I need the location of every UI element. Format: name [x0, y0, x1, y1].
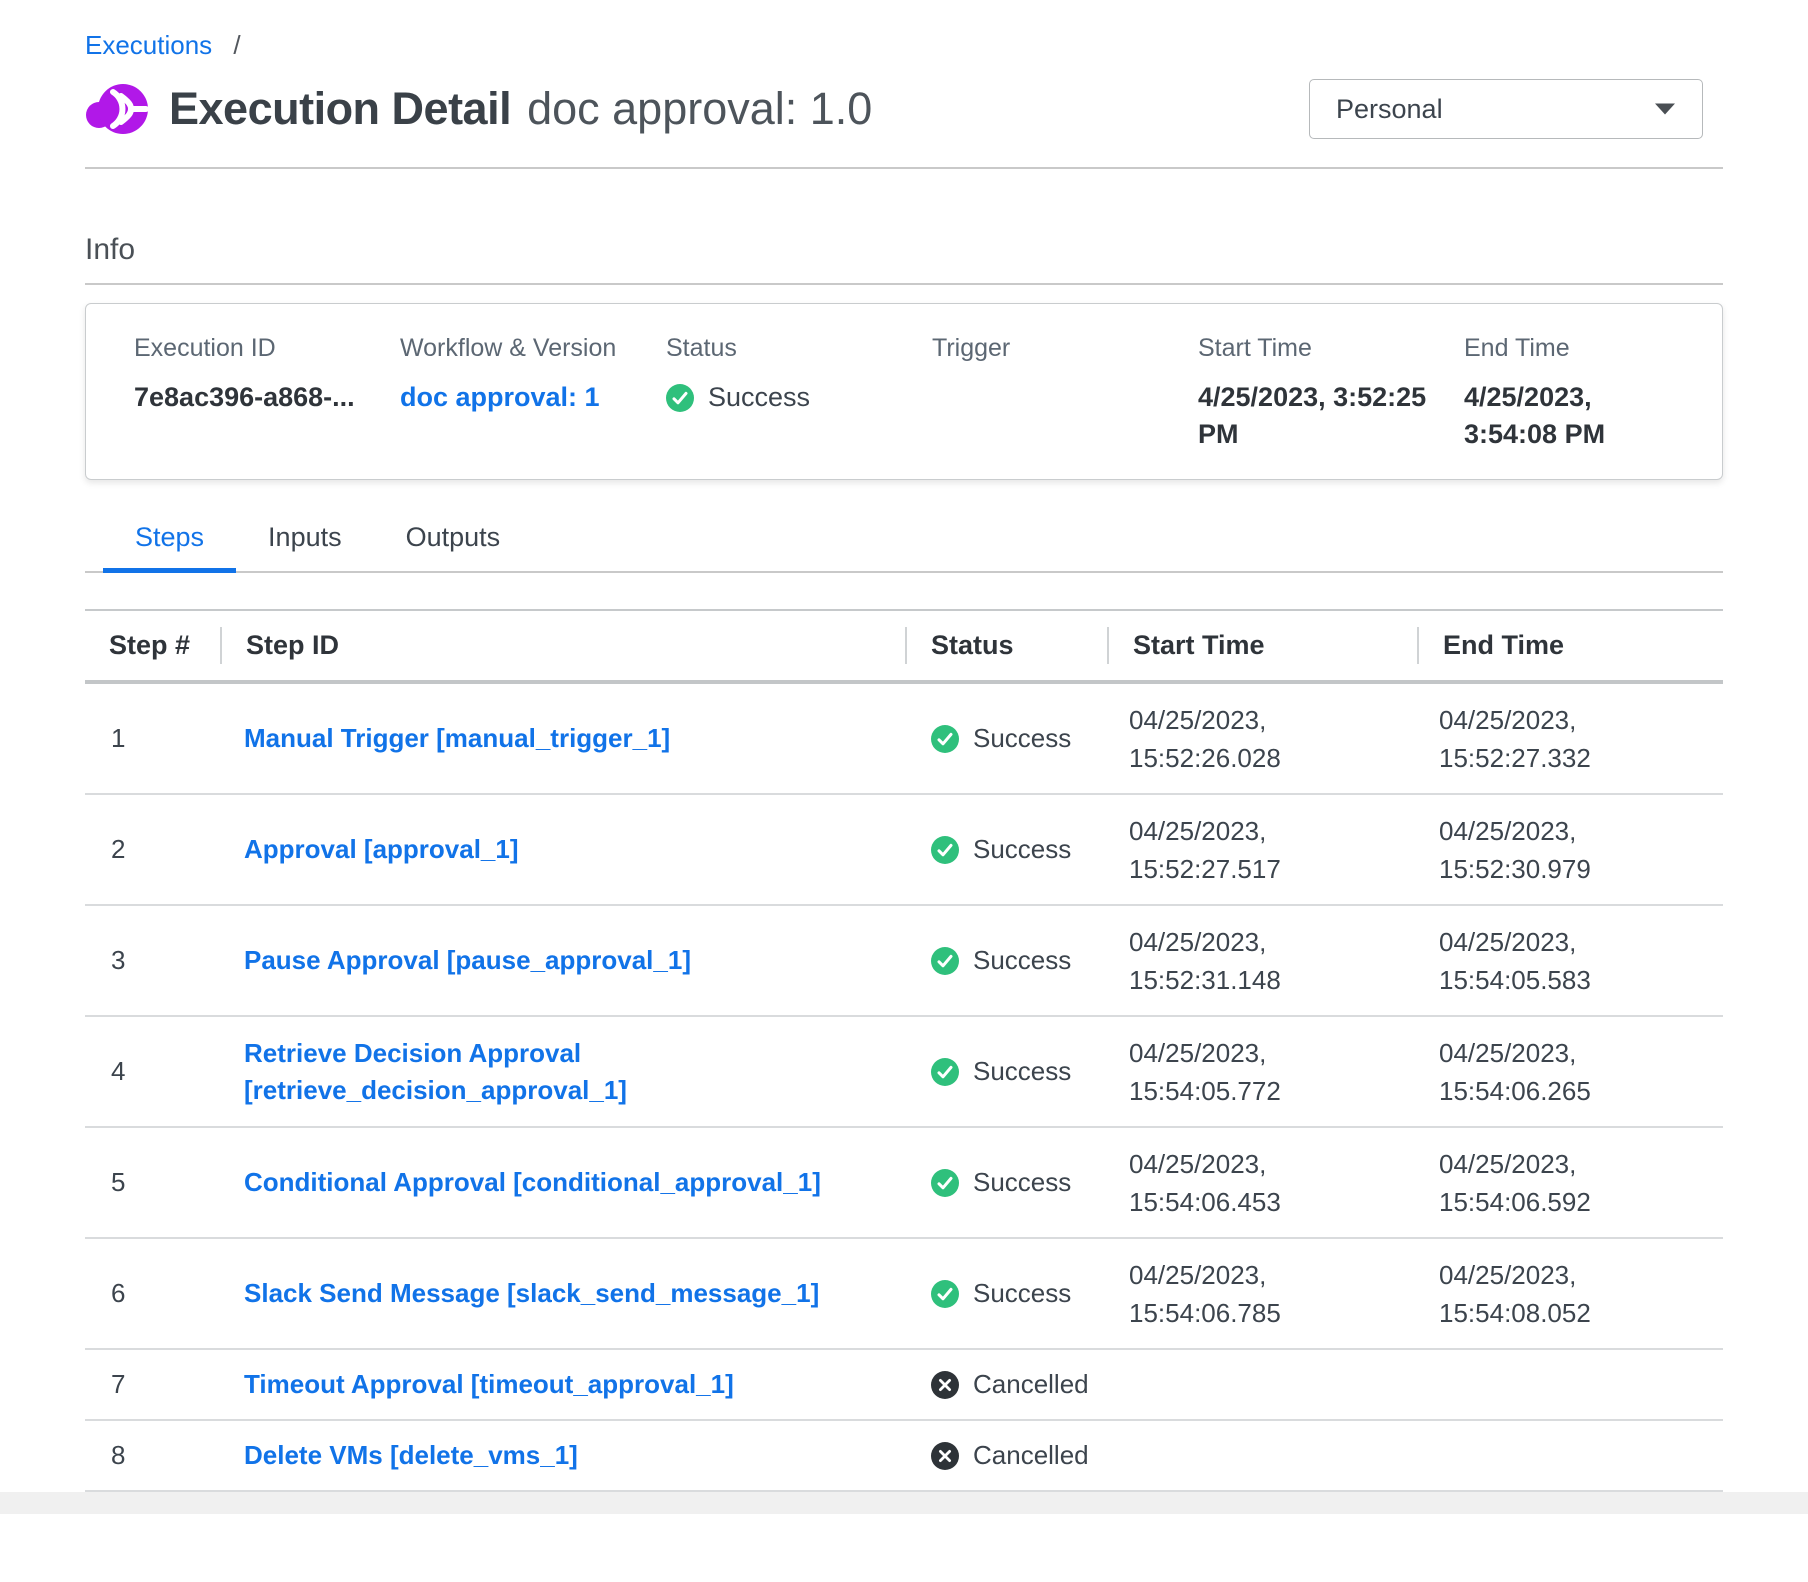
table-row: 1 Manual Trigger [manual_trigger_1] Succ…	[85, 684, 1723, 795]
success-icon	[931, 1169, 959, 1197]
info-label: Execution ID	[134, 334, 400, 363]
end-time-cell: 04/25/2023, 15:54:08.052	[1417, 1256, 1723, 1332]
table-row: 2 Approval [approval_1] Success 04/25/20…	[85, 795, 1723, 906]
tab-outputs[interactable]: Outputs	[374, 522, 533, 571]
end-time-cell: 04/25/2023, 15:54:05.583	[1417, 923, 1723, 999]
table-row: 7 Timeout Approval [timeout_approval_1] …	[85, 1350, 1723, 1421]
col-step-num: Step #	[85, 627, 220, 664]
status-label: Success	[973, 1056, 1071, 1087]
step-number: 8	[85, 1440, 220, 1471]
status-label: Cancelled	[973, 1440, 1089, 1471]
workflow-version-link[interactable]: doc approval: 1	[400, 379, 628, 416]
success-check-icon	[666, 384, 694, 412]
step-link[interactable]: Approval [approval_1]	[244, 831, 519, 868]
chevron-down-icon	[1654, 102, 1676, 116]
table-row: 5 Conditional Approval [conditional_appr…	[85, 1128, 1723, 1239]
scope-dropdown[interactable]: Personal	[1309, 79, 1703, 139]
info-label: Status	[666, 334, 932, 363]
info-field-end-time: End Time 4/25/2023, 3:54:08 PM	[1464, 334, 1702, 453]
step-link[interactable]: Manual Trigger [manual_trigger_1]	[244, 720, 670, 757]
step-number: 6	[85, 1278, 220, 1309]
info-divider	[85, 283, 1723, 285]
status-label: Success	[973, 1278, 1071, 1309]
execution-id-value: 7e8ac396-a868-...	[134, 379, 400, 416]
breadcrumb-executions-link[interactable]: Executions	[85, 30, 212, 60]
breadcrumb: Executions /	[85, 0, 1723, 61]
info-label: End Time	[1464, 334, 1702, 363]
info-label: Workflow & Version	[400, 334, 666, 363]
table-row: 6 Slack Send Message [slack_send_message…	[85, 1239, 1723, 1350]
scope-dropdown-value: Personal	[1336, 94, 1443, 125]
step-number: 4	[85, 1056, 220, 1087]
status-label: Success	[973, 723, 1071, 754]
end-time-cell: 04/25/2023, 15:54:06.592	[1417, 1145, 1723, 1221]
status-text: Success	[708, 379, 810, 416]
steps-table: Step # Step ID Status Start Time End Tim…	[85, 609, 1723, 1492]
start-time-cell: 04/25/2023, 15:54:06.785	[1107, 1256, 1417, 1332]
tab-steps[interactable]: Steps	[103, 522, 236, 571]
end-time-cell: 04/25/2023, 15:52:30.979	[1417, 812, 1723, 888]
breadcrumb-separator: /	[233, 30, 240, 60]
table-row: 3 Pause Approval [pause_approval_1] Succ…	[85, 906, 1723, 1017]
end-time-value: 4/25/2023, 3:54:08 PM	[1464, 379, 1702, 453]
start-time-cell: 04/25/2023, 15:52:27.517	[1107, 812, 1417, 888]
info-card: Execution ID 7e8ac396-a868-... Workflow …	[85, 303, 1723, 480]
step-link[interactable]: Pause Approval [pause_approval_1]	[244, 942, 691, 979]
info-field-status: Status Success	[666, 334, 932, 453]
step-number: 5	[85, 1167, 220, 1198]
tabs: Steps Inputs Outputs	[85, 522, 1723, 573]
page-title-group: Execution Detail doc approval: 1.0	[169, 83, 872, 135]
execution-detail-page: Executions / Execution Detail doc approv…	[0, 0, 1808, 1492]
col-start-time: Start Time	[1107, 627, 1417, 664]
status-label: Success	[973, 1167, 1071, 1198]
info-field-trigger: Trigger	[932, 334, 1198, 453]
info-field-execution-id: Execution ID 7e8ac396-a868-...	[134, 334, 400, 453]
start-time-cell: 04/25/2023, 15:52:31.148	[1107, 923, 1417, 999]
col-end-time: End Time	[1417, 627, 1723, 664]
step-number: 7	[85, 1369, 220, 1400]
workflow-brand-icon	[85, 77, 149, 141]
info-field-workflow-version: Workflow & Version doc approval: 1	[400, 334, 666, 453]
table-row: 8 Delete VMs [delete_vms_1] Cancelled	[85, 1421, 1723, 1492]
step-number: 1	[85, 723, 220, 754]
page-subtitle: doc approval: 1.0	[527, 83, 872, 135]
success-icon	[931, 1280, 959, 1308]
table-row: 4 Retrieve Decision Approval [retrieve_d…	[85, 1017, 1723, 1128]
success-icon	[931, 947, 959, 975]
step-link[interactable]: Timeout Approval [timeout_approval_1]	[244, 1366, 734, 1403]
status-label: Success	[973, 834, 1071, 865]
step-number: 2	[85, 834, 220, 865]
step-link[interactable]: Conditional Approval [conditional_approv…	[244, 1164, 821, 1201]
end-time-cell: 04/25/2023, 15:52:27.332	[1417, 701, 1723, 777]
table-header: Step # Step ID Status Start Time End Tim…	[85, 609, 1723, 684]
info-label: Start Time	[1198, 334, 1464, 363]
start-time-value: 4/25/2023, 3:52:25 PM	[1198, 379, 1464, 453]
page-title: Execution Detail	[169, 83, 511, 135]
success-icon	[931, 836, 959, 864]
step-link[interactable]: Delete VMs [delete_vms_1]	[244, 1437, 578, 1474]
start-time-cell: 04/25/2023, 15:54:06.453	[1107, 1145, 1417, 1221]
info-heading: Info	[85, 233, 1723, 267]
status-label: Cancelled	[973, 1369, 1089, 1400]
bottom-strip	[0, 1492, 1808, 1514]
tab-inputs[interactable]: Inputs	[236, 522, 374, 571]
status-label: Success	[973, 945, 1071, 976]
step-number: 3	[85, 945, 220, 976]
cancelled-icon	[931, 1371, 959, 1399]
cancelled-icon	[931, 1442, 959, 1470]
info-label: Trigger	[932, 334, 1198, 363]
step-link[interactable]: Slack Send Message [slack_send_message_1…	[244, 1275, 819, 1312]
success-icon	[931, 1058, 959, 1086]
col-status: Status	[905, 627, 1107, 664]
success-icon	[931, 725, 959, 753]
start-time-cell: 04/25/2023, 15:54:05.772	[1107, 1034, 1417, 1110]
start-time-cell: 04/25/2023, 15:52:26.028	[1107, 701, 1417, 777]
title-row: Execution Detail doc approval: 1.0 Perso…	[85, 77, 1723, 141]
col-step-id: Step ID	[220, 627, 905, 664]
end-time-cell: 04/25/2023, 15:54:06.265	[1417, 1034, 1723, 1110]
info-field-start-time: Start Time 4/25/2023, 3:52:25 PM	[1198, 334, 1464, 453]
title-divider	[85, 167, 1723, 169]
step-link[interactable]: Retrieve Decision Approval [retrieve_dec…	[244, 1035, 884, 1109]
